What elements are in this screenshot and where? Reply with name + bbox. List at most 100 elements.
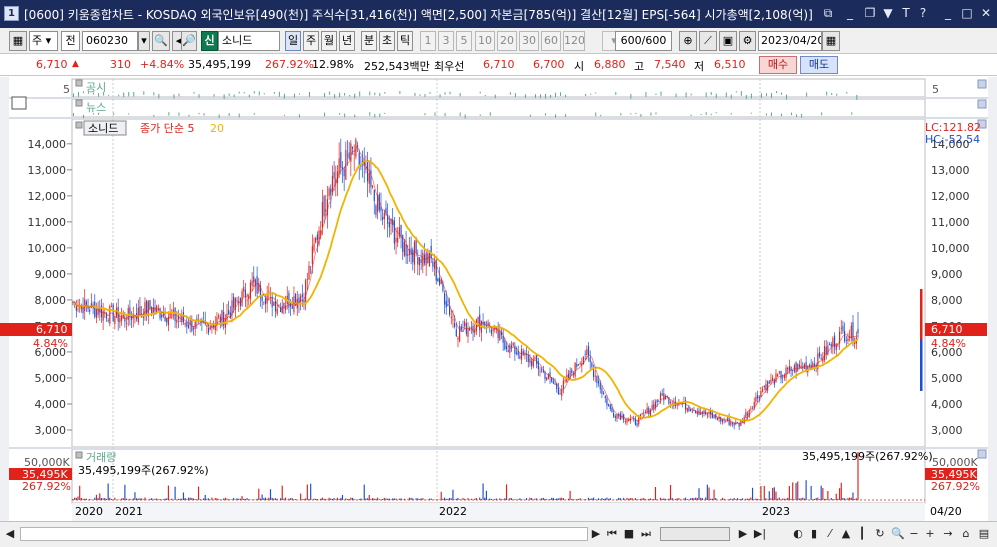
candle-body	[243, 287, 245, 292]
candle-body	[316, 234, 318, 240]
candle-body	[567, 373, 570, 379]
interval-10-button[interactable]: 10	[475, 31, 495, 51]
chart-type-icon[interactable]: ◐	[790, 525, 806, 543]
period-tick-button[interactable]: 틱	[397, 31, 413, 51]
line-chart-icon[interactable]: ⁄	[822, 525, 838, 543]
prev-button[interactable]: 전	[61, 31, 80, 51]
zoom-right-icon[interactable]: →	[940, 525, 956, 543]
help-icon[interactable]: ?	[915, 5, 931, 21]
news-mark	[555, 114, 557, 118]
scroll-left-icon[interactable]: ◀	[2, 525, 18, 543]
disclosure-scale-right: 5	[932, 83, 939, 96]
volume-bar	[288, 498, 290, 500]
close-icon[interactable]: ✕	[978, 5, 994, 21]
zoom-in-icon[interactable]: +	[922, 525, 938, 543]
x-tick: 2022	[439, 505, 467, 518]
minimize-window-icon[interactable]: _	[842, 5, 858, 21]
candle-chart-icon[interactable]: ┃	[854, 525, 870, 543]
scroll-track[interactable]	[20, 527, 588, 541]
volume-bar	[443, 497, 446, 500]
period-day-button[interactable]: 일	[285, 31, 301, 51]
extra-menu-icon[interactable]: ▤	[976, 525, 992, 543]
minimize-icon[interactable]: _	[940, 5, 956, 21]
code-dropdown-icon[interactable]: ▾	[138, 31, 150, 51]
volume-bar	[489, 498, 491, 500]
grid-settings-icon[interactable]	[11, 96, 27, 110]
date-input[interactable]: 2023/04/20	[758, 31, 822, 51]
y-tick-left: 14,000	[28, 138, 67, 151]
buy-button[interactable]: 매수	[759, 56, 797, 74]
interval-30-button[interactable]: 30	[519, 31, 539, 51]
stock-code-input[interactable]: 060230	[82, 31, 138, 51]
price-chart[interactable]: 5 5 공시 뉴스 소니드 종가 단순 5 20 LC:121.82 HC:-5…	[0, 77, 997, 521]
period-second-button[interactable]: 초	[379, 31, 395, 51]
period-week-button[interactable]: 주	[303, 31, 319, 51]
scroll-right-icon[interactable]: ▶	[735, 525, 751, 543]
maximize-icon[interactable]: □	[959, 5, 975, 21]
fast-forward-icon[interactable]: ⏭	[638, 525, 654, 543]
interval-1-button[interactable]: 1	[420, 31, 436, 51]
disclosure-mark	[846, 92, 848, 94]
interval-120-button[interactable]: 120	[563, 31, 585, 51]
stop-icon[interactable]: ■	[621, 525, 637, 543]
settings-gear-icon[interactable]: ⚙	[739, 31, 756, 51]
interval-3-button[interactable]: 3	[438, 31, 454, 51]
period-minute-button[interactable]: 분	[361, 31, 377, 51]
zoom-out-icon[interactable]: −	[906, 525, 922, 543]
bar-chart-icon[interactable]: ▮	[806, 525, 822, 543]
news-panel-toggle[interactable]	[977, 99, 987, 109]
pin-icon[interactable]: ▼	[880, 5, 896, 21]
link-icon[interactable]: ⧉	[820, 5, 836, 21]
area-chart-icon[interactable]: ▲	[838, 525, 854, 543]
play-icon[interactable]: ▶	[588, 525, 604, 543]
volume-bar	[832, 499, 834, 500]
volume-bar	[618, 497, 620, 500]
candle-body	[323, 196, 325, 217]
zoom-home-icon[interactable]: ⌂	[958, 525, 974, 543]
scroll-end-icon[interactable]: ▶|	[752, 525, 768, 543]
volume-bar	[490, 498, 493, 500]
candle-body	[263, 301, 265, 303]
save-icon[interactable]: ▣	[719, 31, 737, 51]
sell-button[interactable]: 매도	[800, 56, 838, 74]
disclosure-mark	[243, 91, 245, 94]
volume-bar	[711, 498, 713, 500]
refresh-icon[interactable]: ↻	[872, 525, 888, 543]
zoom-icon[interactable]: 🔎	[181, 31, 197, 51]
market-kind-select[interactable]: 주 ▾	[29, 31, 58, 51]
period-year-button[interactable]: 년	[339, 31, 355, 51]
indicator-icon[interactable]: ⊕	[679, 31, 697, 51]
speed-slider[interactable]	[660, 527, 730, 541]
candle-body	[325, 209, 327, 212]
news-mark	[715, 112, 717, 114]
volume-bar	[340, 497, 342, 500]
news-mark	[635, 112, 637, 115]
search-icon[interactable]: 🔍	[152, 31, 170, 51]
candle-body	[601, 388, 603, 394]
best-quote-label: 최우선	[434, 60, 465, 73]
volume-panel-toggle[interactable]	[977, 449, 987, 459]
period-month-button[interactable]: 월	[321, 31, 337, 51]
volume-bar	[136, 498, 138, 500]
bar-count-input[interactable]: 600/600	[615, 31, 672, 51]
candle-body	[688, 406, 690, 411]
volume-bar	[678, 498, 680, 500]
volume-bar	[604, 498, 606, 500]
rewind-icon[interactable]: ⏮	[604, 525, 620, 543]
candle-body	[417, 257, 419, 265]
calendar-icon[interactable]: ▦	[822, 31, 840, 51]
disclosure-panel-toggle[interactable]	[977, 79, 987, 89]
volume-bar	[569, 490, 571, 500]
text-tool-icon[interactable]: T	[898, 5, 914, 21]
magnifier-icon[interactable]: 🔍	[890, 525, 906, 543]
interval-20-button[interactable]: 20	[497, 31, 517, 51]
chart-menu-icon[interactable]: ▦	[9, 31, 27, 51]
trend-tool-icon[interactable]: ⟋	[699, 31, 717, 51]
volume-bar	[795, 483, 797, 500]
restore-window-icon[interactable]: ❐	[862, 5, 878, 21]
stock-name-field[interactable]: 소니드	[218, 31, 280, 51]
volume-bar	[408, 497, 411, 500]
interval-60-button[interactable]: 60	[541, 31, 561, 51]
interval-5-button[interactable]: 5	[456, 31, 472, 51]
volume-bar	[422, 498, 424, 500]
